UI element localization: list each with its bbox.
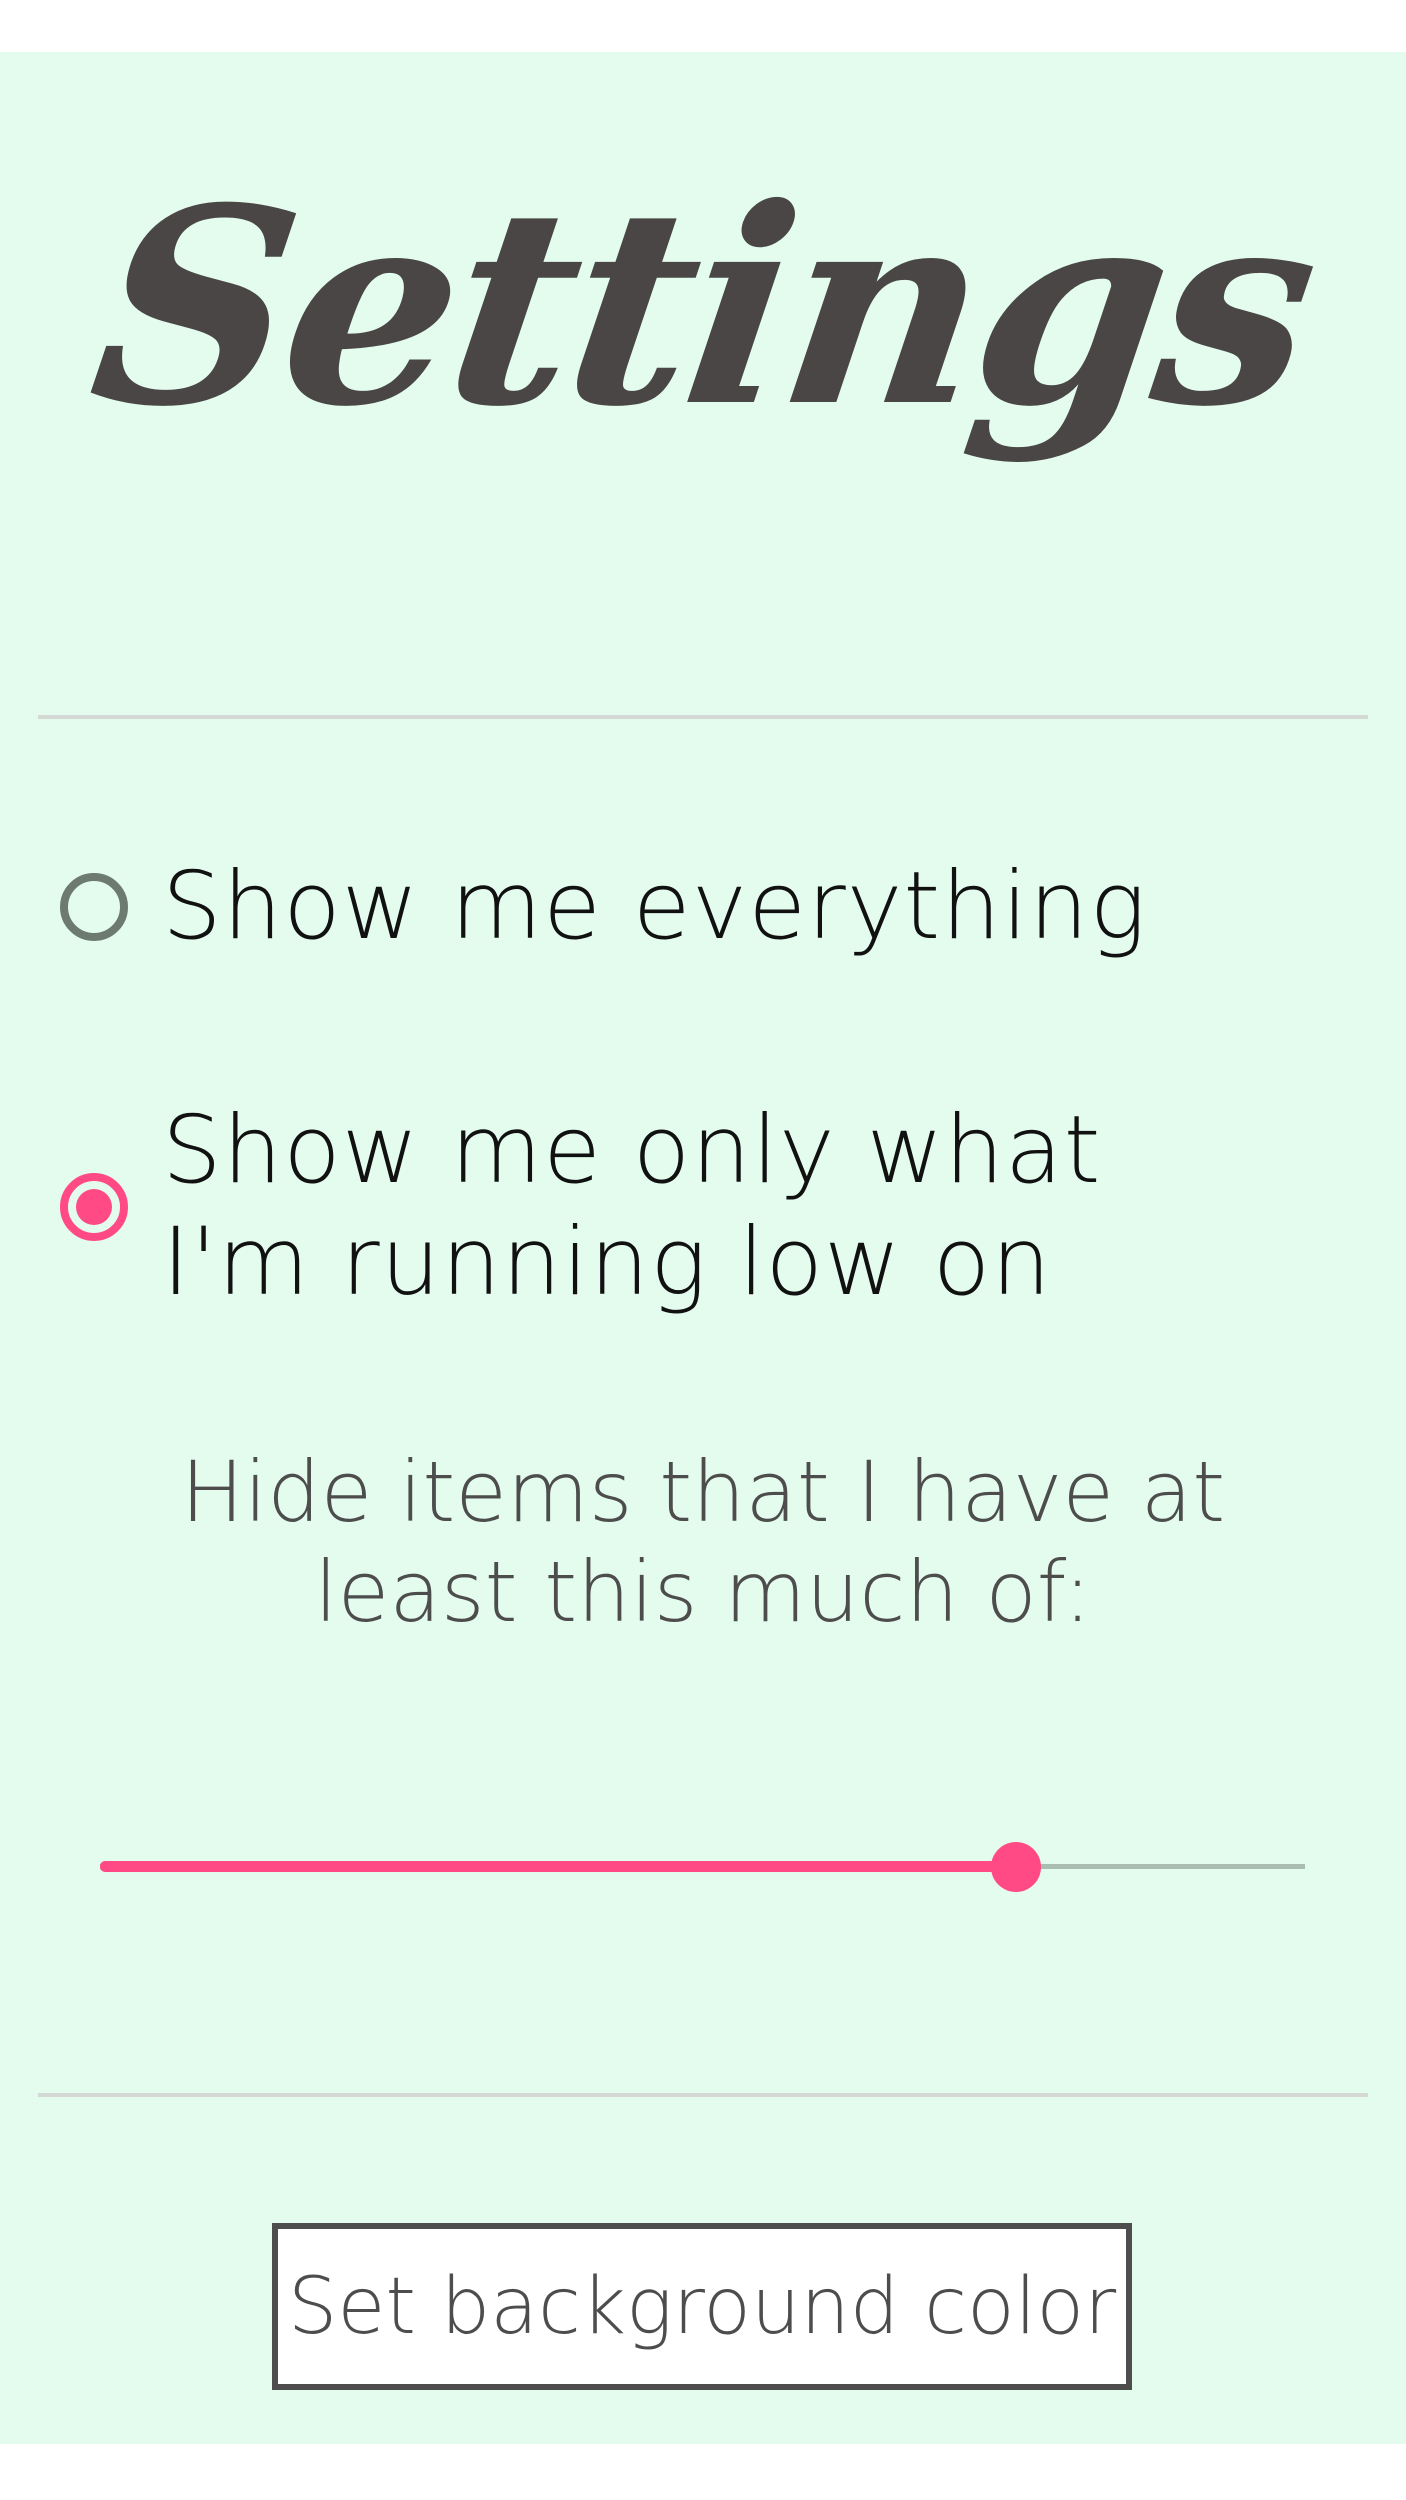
slider-fill — [100, 1861, 1016, 1872]
option-label-show-everything: Show me everything — [162, 852, 1147, 961]
option-label-show-running-low: Show me only what I'm running low on — [162, 1096, 1102, 1317]
option-show-everything[interactable]: Show me everything — [60, 852, 1360, 962]
settings-screen: Settings Show me everything Show me only… — [0, 52, 1406, 2444]
radio-show-everything[interactable] — [60, 873, 128, 941]
threshold-slider[interactable] — [100, 1842, 1305, 1892]
top-divider — [38, 715, 1368, 719]
threshold-label: Hide items that I have at least this muc… — [180, 1443, 1226, 1641]
page-title: Settings — [76, 148, 1330, 466]
set-background-color-button[interactable]: Set background color — [272, 2223, 1132, 2390]
bottom-divider — [38, 2093, 1368, 2097]
radio-show-running-low[interactable] — [60, 1173, 128, 1241]
slider-thumb[interactable] — [990, 1842, 1041, 1892]
option-show-running-low[interactable]: Show me only what I'm running low on — [60, 1096, 1360, 1317]
